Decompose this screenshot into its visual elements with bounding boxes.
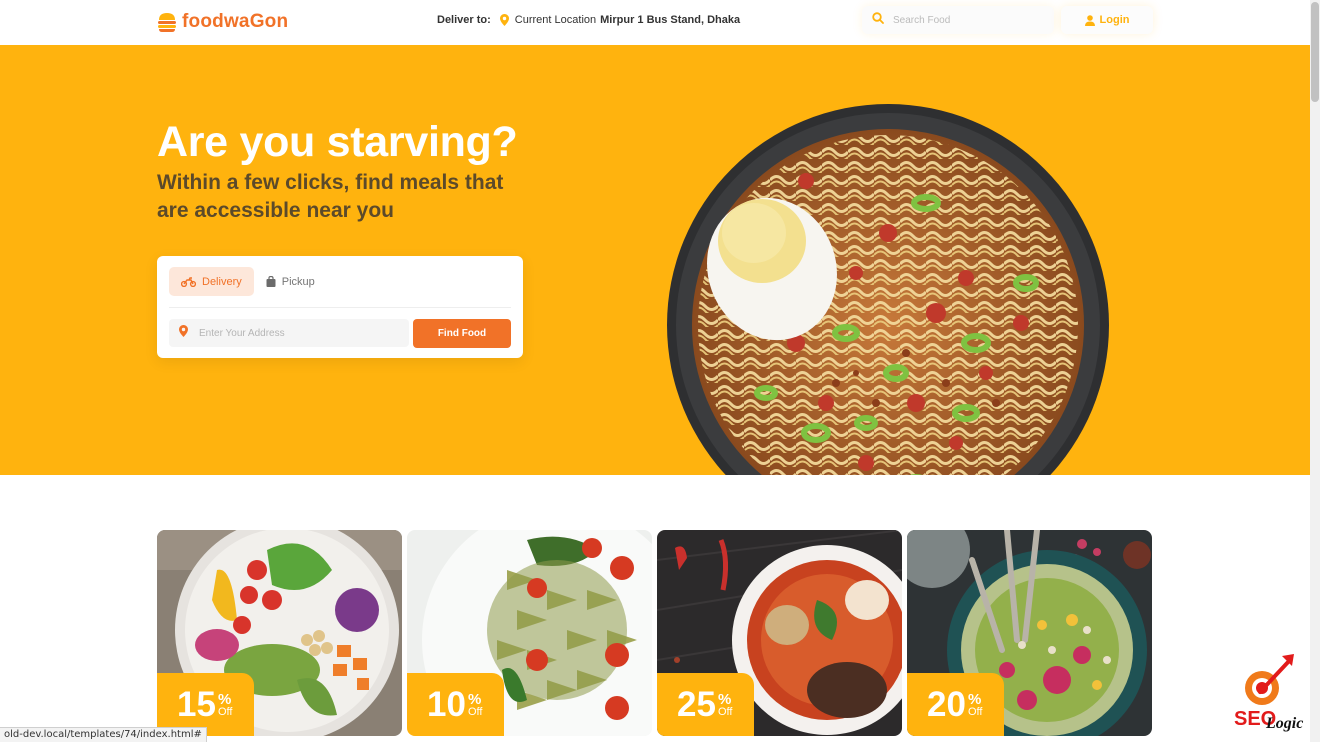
percent-sign: % (717, 690, 732, 708)
page-scrollbar[interactable] (1310, 0, 1320, 742)
current-location-label: Current Location (514, 14, 597, 26)
search-input[interactable] (893, 14, 1043, 26)
tab-delivery-label: Delivery (202, 275, 242, 288)
top-navbar: foodwaGon Deliver to: Current Location M… (0, 0, 1310, 45)
discount-badge: 20 % Off (907, 673, 1004, 736)
shopping-bag-icon (266, 276, 276, 287)
find-food-button[interactable]: Find Food (413, 319, 511, 348)
off-label: Off (717, 705, 733, 718)
percent-sign: % (967, 690, 982, 708)
deliver-to-label: Deliver to: (437, 14, 491, 26)
percent-sign: % (467, 690, 482, 708)
brand-logo[interactable]: foodwaGon (157, 11, 288, 33)
svg-text:Logic: Logic (1265, 715, 1303, 732)
card-divider (169, 307, 511, 308)
discount-badge: 10 % Off (407, 673, 504, 736)
motorbike-icon (181, 276, 196, 287)
discount-percent: 10 (427, 685, 466, 724)
deal-card[interactable]: 15 % Off (157, 530, 402, 736)
location-pin-icon (179, 324, 188, 342)
map-pin-icon (499, 14, 509, 26)
search-box[interactable] (862, 6, 1054, 34)
percent-sign: % (217, 690, 232, 708)
tab-pickup-label: Pickup (281, 275, 315, 288)
burger-logo-icon (157, 11, 177, 33)
hero-section: Are you starving? Within a few clicks, f… (0, 45, 1310, 475)
off-label: Off (217, 705, 233, 718)
seo-logic-watermark: SEO Logic (1232, 652, 1314, 734)
browser-status-url: old-dev.local/templates/74/index.html# (0, 727, 207, 742)
deal-card[interactable]: 10 % Off (407, 530, 652, 736)
hero-noodle-bowl-image (666, 103, 1110, 475)
delivery-location: Deliver to: Current Location Mirpur 1 Bu… (437, 14, 740, 26)
deal-card[interactable]: 20 % Off (907, 530, 1152, 736)
user-icon (1084, 14, 1095, 26)
discount-percent: 20 (927, 685, 966, 724)
search-icon (872, 11, 884, 29)
order-type-tabs: Delivery Pickup (169, 267, 327, 296)
hero-title: Are you starving? (157, 118, 518, 166)
address-input[interactable] (199, 327, 389, 339)
scrollbar-thumb[interactable] (1311, 2, 1319, 102)
hero-subtitle: Within a few clicks, find meals that are… (157, 171, 504, 222)
brand-name: foodwaGon (182, 11, 289, 32)
login-label: Login (1099, 14, 1130, 26)
login-button[interactable]: Login (1061, 6, 1153, 34)
tab-pickup[interactable]: Pickup (254, 267, 327, 296)
off-label: Off (967, 705, 983, 718)
discount-percent: 15 (177, 685, 216, 724)
tab-delivery[interactable]: Delivery (169, 267, 254, 296)
deal-card[interactable]: 25 % Off (657, 530, 902, 736)
discount-percent: 25 (677, 685, 716, 724)
address-field[interactable] (169, 319, 409, 347)
order-form-card: Delivery Pickup Find Food (157, 256, 523, 358)
delivery-address[interactable]: Mirpur 1 Bus Stand, Dhaka (600, 14, 740, 26)
off-label: Off (467, 705, 483, 718)
discount-badge: 25 % Off (657, 673, 754, 736)
